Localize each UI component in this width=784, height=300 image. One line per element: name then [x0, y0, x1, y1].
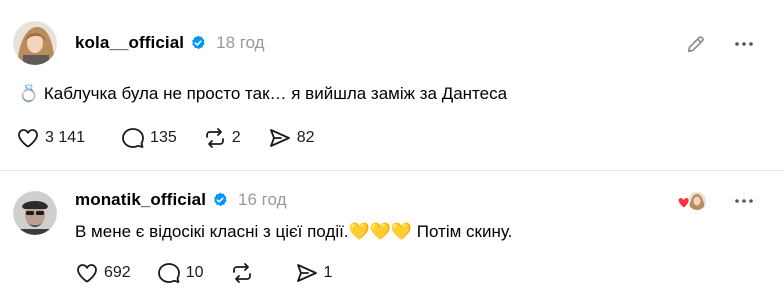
comment-count: 135 [150, 129, 177, 146]
reply-text: В мене є відосікі класні з цієї події.💛💛… [75, 222, 513, 241]
repost-button[interactable] [230, 261, 269, 285]
post-time: 18 год [216, 33, 265, 52]
post-top-actions [684, 32, 756, 56]
pencil-icon[interactable] [684, 32, 708, 56]
comment-icon [157, 263, 180, 283]
share-button[interactable]: 82 [268, 126, 315, 150]
share-count: 1 [323, 264, 333, 281]
reply-header: monatik_official 16 год [75, 188, 287, 212]
username[interactable]: monatik_official [75, 190, 206, 210]
like-count: 692 [104, 264, 131, 281]
heart-icon [18, 129, 38, 148]
liked-by-author-icon [676, 190, 708, 212]
share-button[interactable]: 1 [295, 261, 334, 285]
verified-badge-icon [190, 35, 206, 51]
comment-button[interactable]: 135 [121, 126, 177, 150]
avatar[interactable] [13, 191, 57, 235]
more-icon[interactable] [732, 32, 756, 56]
share-count: 82 [296, 129, 315, 146]
comment-button[interactable]: 10 [157, 261, 204, 285]
like-count: 3 141 [45, 129, 86, 146]
post-header: kola__official 18 год [75, 31, 265, 55]
reply-post: monatik_official 16 год В мене є відосік… [0, 170, 784, 300]
like-button[interactable]: 3 141 [16, 126, 85, 150]
post-actions: 3 141 135 2 82 [16, 126, 341, 150]
post-text: 💍 Каблучка була не просто так… я вийшла … [18, 84, 508, 103]
thread-post: kola__official 18 год 💍 Каблучка була не… [0, 0, 784, 170]
comment-icon [122, 128, 144, 148]
like-button[interactable]: 692 [75, 261, 131, 285]
send-icon [296, 264, 317, 282]
username[interactable]: kola__official [75, 33, 184, 53]
repost-count: 2 [231, 129, 241, 146]
reply-time: 16 год [238, 190, 287, 209]
comment-count: 10 [185, 264, 204, 281]
reply-actions: 692 10 1 [75, 261, 360, 285]
avatar[interactable] [13, 21, 57, 65]
repost-button[interactable]: 2 [203, 126, 242, 150]
repost-icon [232, 263, 251, 283]
reply-top-actions [676, 189, 756, 213]
more-icon[interactable] [732, 189, 756, 213]
repost-icon [205, 128, 224, 148]
send-icon [269, 129, 290, 147]
verified-badge-icon [212, 192, 228, 208]
heart-icon [77, 264, 97, 283]
